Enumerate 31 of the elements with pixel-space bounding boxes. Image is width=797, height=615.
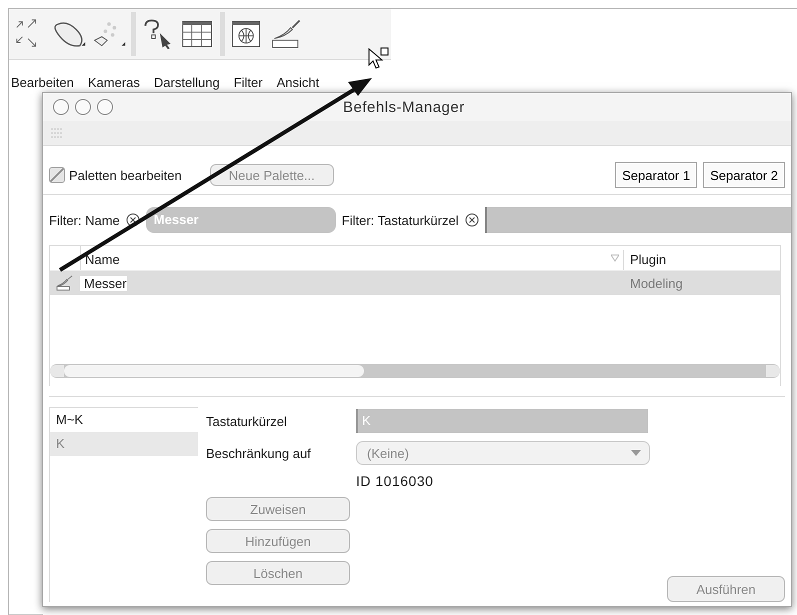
clear-icon[interactable]: [464, 213, 479, 227]
scroll-thumb[interactable]: [64, 365, 364, 377]
field-label: Beschränkung auf: [206, 446, 312, 460]
shortcut-item[interactable]: M~K: [50, 408, 198, 432]
column-header[interactable]: Plugin: [624, 250, 780, 270]
grip-icon[interactable]: [51, 128, 63, 138]
filter-label: Filter: Tastaturkürzel: [342, 212, 459, 228]
caret-icon: [631, 450, 641, 456]
field-label: Tastaturkürzel: [206, 414, 288, 428]
sort-icon: [611, 254, 619, 262]
menu-item[interactable]: Ansicht: [276, 74, 320, 96]
separator-button[interactable]: Separator 2: [703, 162, 785, 188]
table-cell: Messer: [80, 276, 127, 290]
menu-item[interactable]: Filter: [234, 74, 263, 96]
filter-label: Filter: Name: [49, 212, 120, 228]
filter-field[interactable]: [484, 207, 791, 233]
column-header[interactable]: Name: [85, 250, 120, 270]
minimize-button[interactable]: [75, 99, 91, 115]
zoom-button[interactable]: [97, 99, 113, 115]
window-title: Befehls-Manager: [343, 98, 465, 116]
horizontal-scrollbar[interactable]: [50, 364, 780, 378]
menu-item[interactable]: Kameras: [88, 74, 140, 96]
table-cell-text: Modeling: [629, 276, 684, 290]
close-button[interactable]: [53, 99, 69, 115]
menu-item[interactable]: Darstellung: [154, 74, 220, 96]
checkbox-label: Paletten bearbeiten: [69, 168, 182, 182]
command-id: ID 1016030: [356, 473, 434, 489]
table-row[interactable]: Messer Modeling: [50, 271, 780, 295]
separator-button[interactable]: Separator 1: [615, 162, 698, 188]
menu-item[interactable]: Bearbeiten: [11, 74, 74, 96]
knife-icon: [56, 275, 74, 291]
